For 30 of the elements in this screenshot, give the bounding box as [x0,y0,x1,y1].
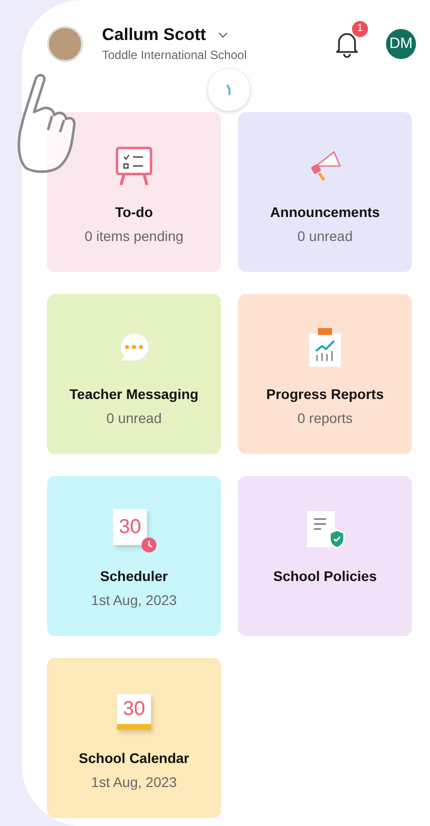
card-title: Progress Reports [266,386,384,402]
feature-card[interactable]: Teacher Messaging 0 unread [47,294,221,454]
card-title: School Calendar [78,750,190,766]
feature-card[interactable]: 30 Scheduler 1st Aug, 2023 [47,476,221,636]
card-subtitle: 0 unread [106,410,162,426]
card-title: Scheduler [100,568,168,584]
calendar-icon: 30 [117,694,151,730]
card-subtitle: 0 unread [297,228,353,244]
megaphone-icon [308,148,342,184]
easel-board-icon [114,145,154,187]
report-chart-icon [307,327,343,369]
user-name[interactable]: Callum Scott [102,25,206,45]
account-avatar[interactable]: DM [386,28,416,58]
card-title: To-do [115,204,153,220]
card-subtitle: 0 reports [297,410,353,426]
feature-card[interactable]: To-do 0 items pending [47,112,221,272]
notification-badge: 1 [352,20,368,36]
feature-card[interactable]: School Policies [238,476,412,636]
profile-photo-placeholder[interactable] [47,26,83,62]
feature-card[interactable]: Progress Reports 0 reports [238,294,412,454]
card-subtitle: 1st Aug, 2023 [91,592,177,608]
card-subtitle: 1st Aug, 2023 [91,774,177,790]
chevron-down-icon[interactable] [218,32,228,38]
feature-card[interactable]: 30 School Calendar 1st Aug, 2023 [47,658,221,818]
card-subtitle: 0 items pending [84,228,184,244]
card-title: Teacher Messaging [70,386,198,402]
feature-card[interactable]: Announcements 0 unread [238,112,412,272]
school-name: Toddle International School [102,48,247,62]
card-title: School Policies [273,568,377,584]
card-title: Announcements [270,204,380,220]
